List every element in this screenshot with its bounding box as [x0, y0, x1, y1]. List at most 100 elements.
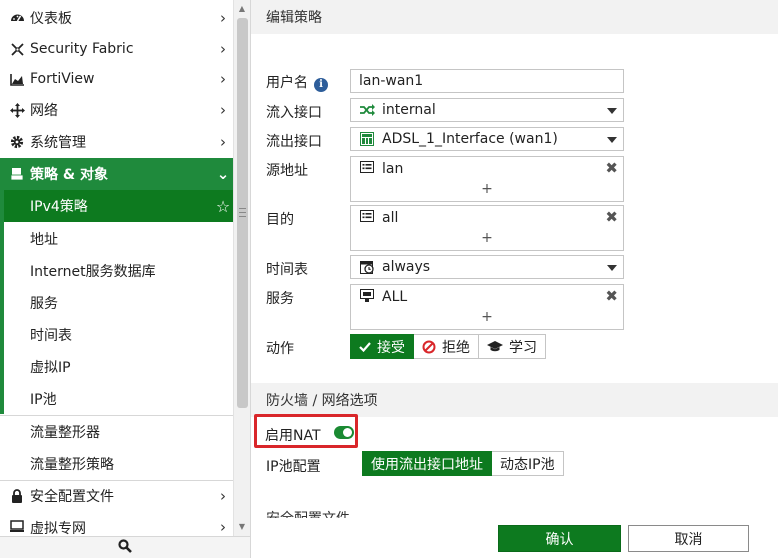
sidebar-item-label: 仪表板 — [30, 11, 72, 27]
source-address-label: 源地址 — [266, 163, 308, 179]
sidebar-item-ip-pools[interactable]: IP池 — [0, 383, 233, 415]
sidebar-scrollbar[interactable]: ▲ ▼ — [233, 0, 250, 536]
address-list-icon — [359, 210, 375, 222]
sidebar-item-label: 流量整形器 — [30, 425, 100, 441]
sidebar-item-label: 策略 & 对象 — [30, 167, 108, 183]
chevron-right-icon: › — [220, 70, 226, 88]
sidebar-item-label: 安全配置文件 — [30, 489, 114, 505]
dropdown-caret-icon — [607, 137, 617, 143]
chevron-right-icon: › — [220, 487, 226, 505]
sidebar-item-label: Internet服务数据库 — [30, 264, 156, 280]
add-entry-button[interactable]: + — [351, 230, 623, 246]
nat-toggle[interactable] — [334, 426, 354, 439]
scrollbar-thumb[interactable] — [237, 18, 248, 408]
dropdown-caret-icon — [607, 108, 617, 114]
sidebar-item-ipv4-policy[interactable]: IPv4策略 ☆ — [0, 190, 233, 222]
username-label: 用户名 i — [266, 72, 328, 92]
sidebar-item-virtual-ip[interactable]: 虚拟IP — [0, 351, 233, 383]
service-value: ALL — [382, 289, 408, 305]
sidebar-item-label: 流量整形策略 — [30, 457, 114, 473]
use-outgoing-interface-button[interactable]: 使用流出接口地址 — [362, 451, 492, 476]
grip-icon — [239, 208, 246, 217]
interface-port-icon — [359, 132, 375, 146]
check-icon — [359, 341, 371, 352]
edit-policy-panel: 编辑策略 用户名 i lan-wan1 流入接口 internal 流出接口 AD… — [251, 0, 778, 558]
sidebar-item-traffic-shapers[interactable]: 流量整形器 — [0, 416, 233, 448]
lock-icon — [8, 488, 26, 504]
sidebar-item-address[interactable]: 地址 — [0, 223, 233, 255]
firewall-options-heading: 防火墙 / 网络选项 — [251, 383, 778, 417]
chevron-right-icon: › — [220, 40, 226, 58]
username-label-text: 用户名 — [266, 75, 308, 91]
destination-address-field[interactable]: all ✖ + — [350, 205, 624, 251]
sidebar-item-network[interactable]: 网络 › — [0, 94, 233, 126]
schedule-clock-icon — [359, 260, 375, 274]
scroll-up-arrow-icon[interactable]: ▲ — [237, 4, 247, 14]
destination-label: 目的 — [266, 212, 294, 228]
sidebar-item-security-fabric[interactable]: Security Fabric › — [0, 33, 233, 65]
sidebar-item-services[interactable]: 服务 — [0, 287, 233, 319]
info-icon[interactable]: i — [314, 78, 328, 92]
address-list-icon — [359, 161, 375, 173]
source-address-field[interactable]: lan ✖ + — [350, 156, 624, 202]
incoming-interface-select[interactable]: internal — [350, 98, 624, 122]
sidebar-item-system[interactable]: 系统管理 › — [0, 126, 233, 158]
sidebar-item-label: 虚拟IP — [30, 360, 71, 376]
chevron-right-icon: › — [220, 133, 226, 151]
star-favorite-icon[interactable]: ☆ — [213, 197, 233, 216]
sidebar-search-button[interactable] — [0, 536, 250, 558]
learn-button[interactable]: 学习 — [479, 334, 546, 359]
destination-address-value: all — [382, 210, 399, 226]
remove-icon[interactable]: ✖ — [605, 287, 618, 305]
accept-button[interactable]: 接受 — [350, 334, 414, 359]
nat-label: 启用NAT — [265, 428, 321, 444]
chevron-right-icon: › — [220, 101, 226, 119]
service-label: 服务 — [266, 291, 294, 307]
sidebar-item-internet-service-db[interactable]: Internet服务数据库 — [0, 255, 233, 287]
action-label: 动作 — [266, 341, 294, 357]
deny-button[interactable]: 拒绝 — [414, 334, 479, 359]
schedule-label: 时间表 — [266, 262, 308, 278]
deny-label: 拒绝 — [442, 339, 470, 356]
sidebar-item-dashboard[interactable]: 仪表板 › — [0, 2, 233, 34]
ok-button[interactable]: 确认 — [498, 525, 621, 552]
sidebar-item-label: 虚拟专网 — [30, 521, 86, 536]
chevron-down-icon: ⌄ — [216, 165, 230, 183]
vpn-monitor-icon — [8, 518, 26, 534]
sidebar-item-schedules[interactable]: 时间表 — [0, 319, 233, 351]
cancel-button[interactable]: 取消 — [628, 525, 749, 552]
add-entry-button[interactable]: + — [351, 309, 623, 325]
schedule-value: always — [382, 259, 431, 275]
add-entry-button[interactable]: + — [351, 181, 623, 197]
shuffle-icon — [359, 104, 375, 116]
schedule-select[interactable]: always — [350, 255, 624, 279]
chevron-right-icon: › — [220, 9, 226, 27]
sidebar-item-traffic-shaping-policy[interactable]: 流量整形策略 — [0, 448, 233, 480]
dynamic-ip-pool-button[interactable]: 动态IP池 — [492, 451, 564, 476]
service-field[interactable]: ALL ✖ + — [350, 284, 624, 330]
sidebar-item-label: 网络 — [30, 103, 58, 119]
remove-icon[interactable]: ✖ — [605, 159, 618, 177]
search-icon — [118, 538, 132, 557]
sidebar-item-security-profiles[interactable]: 安全配置文件 › — [0, 480, 233, 512]
outgoing-interface-select[interactable]: ADSL_1_Interface (wan1) — [350, 127, 624, 151]
sidebar-item-fortiview[interactable]: FortiView › — [0, 63, 233, 95]
sidebar-item-label: 系统管理 — [30, 135, 86, 151]
username-field[interactable]: lan-wan1 — [350, 69, 624, 93]
sidebar-item-label: IPv4策略 — [30, 199, 88, 215]
active-group-indicator — [0, 158, 4, 414]
learn-label: 学习 — [509, 339, 537, 356]
gear-icon — [8, 134, 26, 150]
fortiview-chart-icon — [8, 71, 26, 87]
source-address-value: lan — [382, 161, 404, 177]
dropdown-caret-icon — [607, 265, 617, 271]
sidebar-item-vpn[interactable]: 虚拟专网 › — [0, 512, 233, 536]
remove-icon[interactable]: ✖ — [605, 208, 618, 226]
sidebar-item-label: 时间表 — [30, 328, 72, 344]
sidebar-item-policy-objects[interactable]: 策略 & 对象 ⌄ — [0, 158, 233, 190]
ip-pool-button-group: 使用流出接口地址 动态IP池 — [362, 451, 564, 476]
scroll-down-arrow-icon[interactable]: ▼ — [237, 522, 247, 532]
outgoing-interface-label: 流出接口 — [266, 134, 322, 150]
sidebar-item-label: 服务 — [30, 296, 58, 312]
security-fabric-icon — [8, 41, 26, 57]
